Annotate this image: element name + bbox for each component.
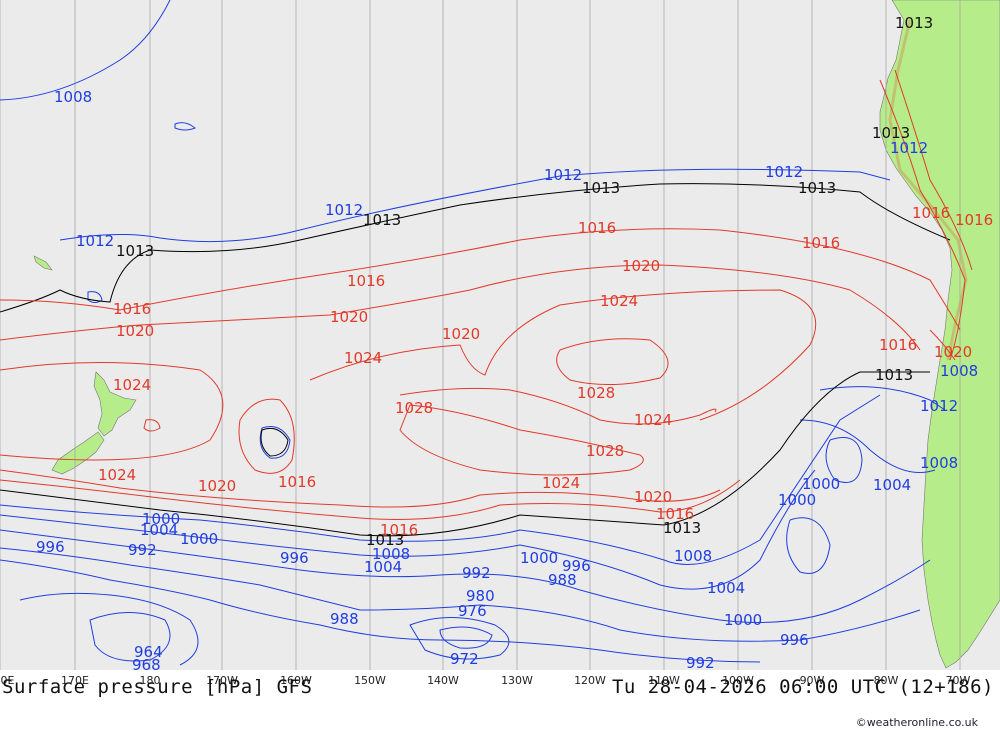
isobar-label: 1012	[920, 397, 958, 415]
isobar-label: 1004	[873, 476, 911, 494]
isobar-label: 1020	[198, 477, 236, 495]
isobar-label: 1013	[363, 211, 401, 229]
isobar-label: 1013	[895, 14, 933, 32]
isobar-label: 1016	[578, 219, 616, 237]
longitude-label: 120W	[574, 674, 606, 687]
isobar-label: 1024	[542, 474, 580, 492]
isobar-label: 1013	[872, 124, 910, 142]
isobar-label: 976	[458, 602, 487, 620]
longitude-label: 140W	[427, 674, 459, 687]
isobar-label: 1024	[634, 411, 672, 429]
isobar-label: 1012	[544, 166, 582, 184]
isobar-label: 1000	[142, 510, 180, 528]
isobar-label: 1008	[920, 454, 958, 472]
isobar-label: 1020	[442, 325, 480, 343]
isobar-label: 1028	[395, 399, 433, 417]
isobar-label: 1016	[113, 300, 151, 318]
isobar-label: 1013	[875, 366, 913, 384]
valid-time: Tu 28-04-2026 06:00 UTC (12+186)	[611, 676, 994, 698]
isobar-label: 1028	[577, 384, 615, 402]
isobar-label: 1020	[330, 308, 368, 326]
isobar-label: 1016	[912, 204, 950, 222]
isobar-label: 1016	[955, 211, 993, 229]
isobar-label: 996	[36, 538, 65, 556]
isobar-label: 1013	[663, 519, 701, 537]
isobar-label: 1013	[582, 179, 620, 197]
isobar-label: 1012	[76, 232, 114, 250]
longitude-label: 150W	[354, 674, 386, 687]
map-title: Surface pressure [hPa] GFS	[2, 676, 313, 698]
isobar-label: 1020	[934, 343, 972, 361]
isobar-label: 996	[280, 549, 309, 567]
isobar-label: 1000	[180, 530, 218, 548]
credit-link[interactable]: ©weatheronline.co.uk	[856, 716, 978, 729]
isobar-label: 1024	[113, 376, 151, 394]
isobar-label: 988	[330, 610, 359, 628]
isobar-label: 1020	[116, 322, 154, 340]
isobar-label: 992	[462, 564, 491, 582]
isobar-label: 1013	[116, 242, 154, 260]
isobar-label: 992	[128, 541, 157, 559]
isobar-label: 1008	[54, 88, 92, 106]
isobar-label: 1008	[940, 362, 978, 380]
isobar-label: 1000	[724, 611, 762, 629]
isobar-label: 1008	[674, 547, 712, 565]
isobar-label: 1004	[364, 558, 402, 576]
isobar-label: 996	[780, 631, 809, 649]
isobar-label: 1024	[98, 466, 136, 484]
isobar-label: 988	[548, 571, 577, 589]
isobar-label: 1016	[278, 473, 316, 491]
isobar-label: 972	[450, 650, 479, 668]
isobar-label: 1028	[586, 442, 624, 460]
isobar-label: 1024	[600, 292, 638, 310]
isobar-label: 1016	[879, 336, 917, 354]
isobar-label: 1016	[347, 272, 385, 290]
isobar-label: 1016	[802, 234, 840, 252]
isobar-label: 992	[686, 654, 715, 672]
isobar-label: 1000	[520, 549, 558, 567]
longitude-label: 130W	[501, 674, 533, 687]
isobar-label: 1012	[325, 201, 363, 219]
isobar-label: 1020	[634, 488, 672, 506]
weather-map: 1013 1008 1012 1013 1012 1013 1012 1013 …	[0, 0, 1000, 687]
isobar-label: 1000	[778, 491, 816, 509]
isobar-label: 1013	[798, 179, 836, 197]
isobar-label: 1004	[707, 579, 745, 597]
isobar-label: 1024	[344, 349, 382, 367]
isobar-label: 1020	[622, 257, 660, 275]
